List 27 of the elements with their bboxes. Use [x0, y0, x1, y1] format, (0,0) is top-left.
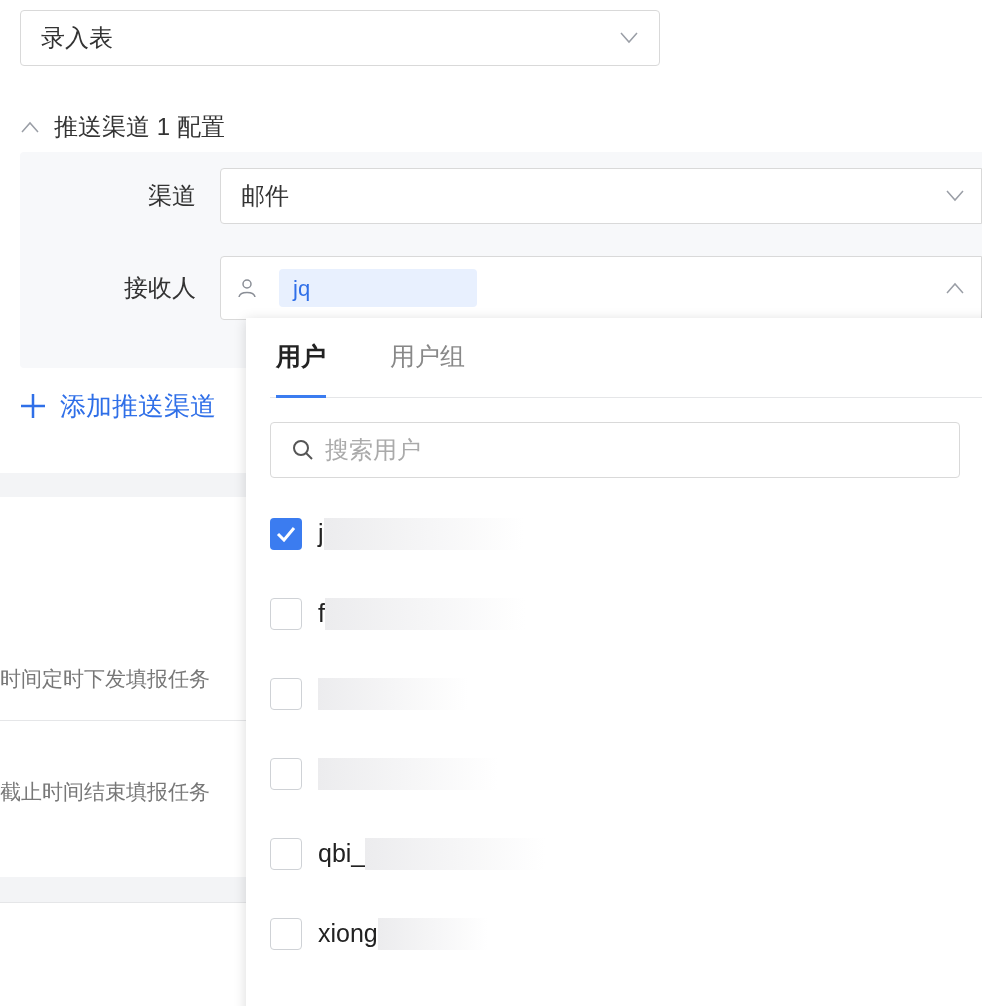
field-label: 渠道: [147, 181, 197, 211]
chevron-icon: [945, 190, 965, 202]
user-name[interactable]: j: [318, 515, 324, 553]
recipient-select[interactable]: jq: [220, 256, 982, 320]
user-checkbox[interactable]: [270, 918, 302, 950]
user-checkbox[interactable]: [270, 678, 302, 710]
search-icon: [292, 439, 314, 461]
form-select[interactable]: 录入表: [20, 10, 660, 66]
user-icon: [237, 278, 257, 298]
dropdown-tab[interactable]: 用户: [276, 318, 326, 398]
user-search-field[interactable]: 搜索用户: [270, 422, 960, 478]
user-name[interactable]: f: [318, 595, 325, 633]
user-checkbox[interactable]: [270, 838, 302, 870]
field-label: 接收人: [123, 273, 197, 303]
user-checkbox[interactable]: [270, 518, 302, 550]
recipient-tag: jq: [279, 269, 477, 307]
user-checkbox[interactable]: [270, 598, 302, 630]
section-header[interactable]: 推送渠道 1 配置: [20, 110, 982, 144]
user-checkbox[interactable]: [270, 758, 302, 790]
channel-select[interactable]: 邮件: [220, 168, 982, 224]
description-text: 截止时间结束填报任务: [0, 779, 210, 806]
check-icon: [276, 526, 296, 542]
chevron-icon: [619, 32, 639, 44]
user-name[interactable]: xiong: [318, 915, 378, 953]
user-name[interactable]: qbi_: [318, 835, 366, 873]
plus-icon: [20, 393, 46, 419]
description-text: 时间定时下发填报任务: [0, 665, 210, 692]
